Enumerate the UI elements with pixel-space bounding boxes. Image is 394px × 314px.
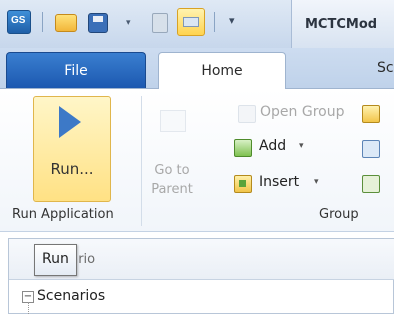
insert-button[interactable]: Insert — [259, 174, 299, 190]
tab-scenario[interactable]: Sc — [377, 60, 394, 76]
add-dropdown-icon[interactable]: ▾ — [299, 141, 304, 151]
copy-icon[interactable] — [362, 140, 380, 158]
window-title: MCTCMod — [305, 17, 378, 32]
tree-item-scenarios[interactable]: − Scenarios — [22, 288, 105, 304]
group-tool-icon[interactable] — [362, 105, 380, 123]
link-icon[interactable] — [362, 175, 380, 193]
save-dropdown-icon[interactable]: ▾ — [126, 18, 131, 28]
document-icon[interactable] — [152, 13, 168, 33]
insert-dropdown-icon[interactable]: ▾ — [314, 177, 319, 187]
tree-item-label: Scenarios — [37, 288, 106, 304]
run-quick-button[interactable] — [177, 8, 205, 36]
go-to-parent-button[interactable]: Go to Parent — [147, 161, 197, 199]
application-icon[interactable]: GS — [7, 10, 31, 34]
group-separator — [141, 96, 142, 226]
toolbar-separator — [214, 12, 215, 32]
group-label-group: Group — [319, 207, 359, 222]
insert-icon — [234, 175, 252, 193]
go-to-parent-icon — [160, 110, 186, 132]
tab-file[interactable]: File — [6, 52, 146, 88]
open-group-button[interactable]: Open Group — [260, 104, 344, 120]
add-button[interactable]: Add — [259, 138, 286, 154]
tree-connector — [28, 302, 30, 314]
play-icon — [59, 106, 81, 138]
open-folder-icon[interactable] — [55, 14, 77, 32]
tab-home[interactable]: Home — [158, 52, 286, 89]
run-button-label: Run... — [50, 160, 94, 178]
run-tooltip: Run — [34, 244, 77, 276]
customize-toolbar-icon[interactable]: ▾ — [229, 14, 235, 27]
open-group-icon — [238, 105, 256, 123]
save-icon[interactable] — [88, 13, 108, 33]
group-label-run-application: Run Application — [12, 207, 114, 222]
toolbar-separator — [42, 12, 43, 32]
add-icon — [234, 139, 252, 157]
